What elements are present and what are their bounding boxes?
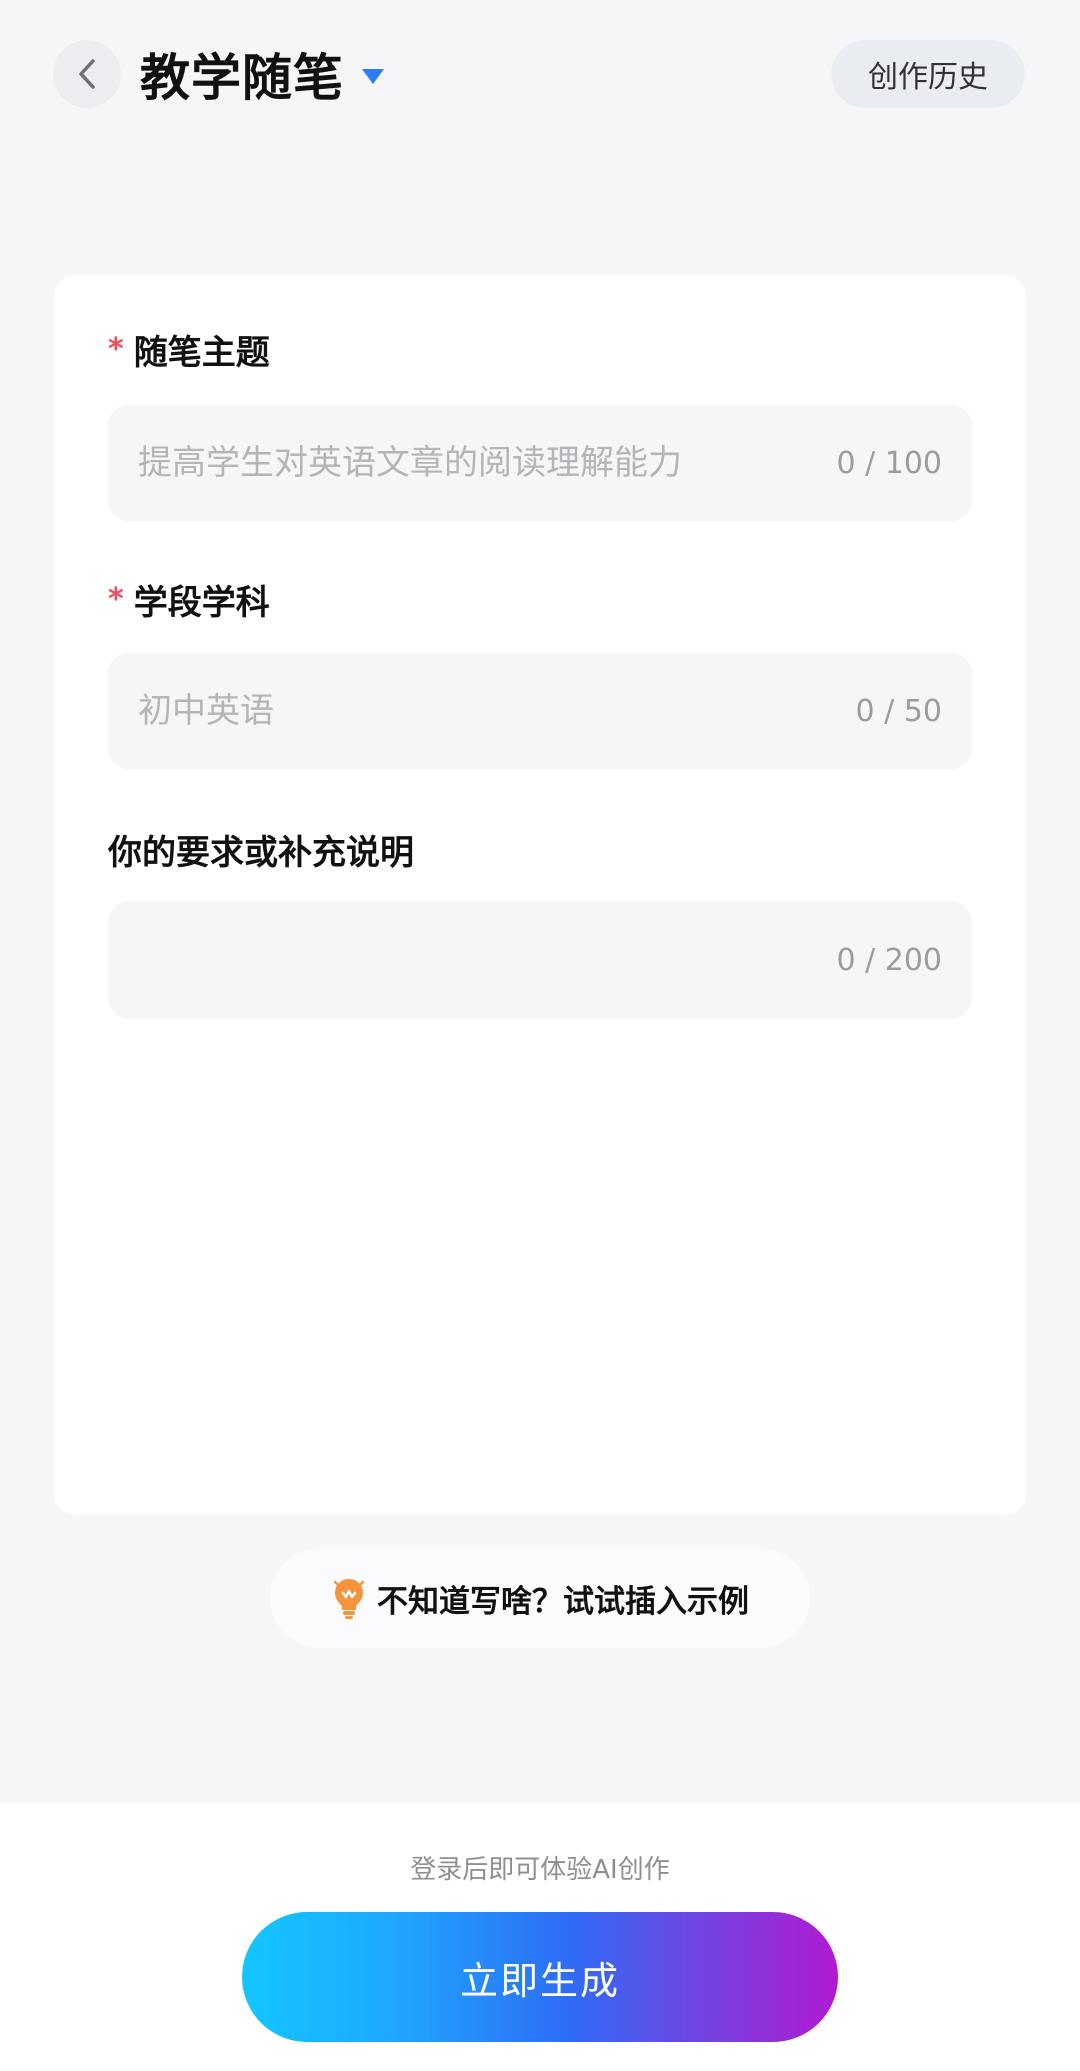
topic-label: * 随笔主题 bbox=[108, 325, 270, 374]
header: 教学随笔 创作历史 bbox=[0, 0, 1080, 150]
grade-subject-input[interactable] bbox=[138, 653, 798, 769]
hint-text: 不知道写啥？试试插入示例 bbox=[377, 1583, 749, 1620]
grade-subject-label: * 学段学科 bbox=[108, 575, 270, 624]
caret-down-icon bbox=[362, 68, 384, 84]
page-title: 教学随笔 bbox=[140, 49, 344, 107]
required-mark: * bbox=[108, 582, 124, 617]
bottom-bar: 登录后即可体验AI创作 立即生成 bbox=[0, 1802, 1080, 2071]
title-dropdown[interactable]: 教学随笔 bbox=[140, 36, 384, 112]
topic-counter: 0 / 100 bbox=[836, 445, 942, 481]
chevron-left-icon bbox=[79, 59, 95, 89]
requirements-input[interactable] bbox=[138, 902, 798, 1018]
grade-subject-counter: 0 / 50 bbox=[855, 693, 942, 729]
back-button[interactable] bbox=[53, 40, 121, 108]
login-tip: 登录后即可体验AI创作 bbox=[410, 1855, 670, 1885]
topic-field[interactable]: 0 / 100 bbox=[108, 405, 972, 521]
grade-subject-field[interactable]: 0 / 50 bbox=[108, 653, 972, 769]
requirements-field[interactable]: 0 / 200 bbox=[108, 902, 972, 1018]
required-mark: * bbox=[108, 332, 124, 367]
requirements-label: 你的要求或补充说明 bbox=[108, 825, 414, 874]
form-card: * 随笔主题 0 / 100 * 学段学科 0 / 50 你的要求或补充说明 0… bbox=[54, 275, 1026, 1515]
lightbulb-icon bbox=[333, 1579, 365, 1619]
generate-button[interactable]: 立即生成 bbox=[242, 1912, 838, 2042]
insert-example-button[interactable]: 不知道写啥？试试插入示例 bbox=[270, 1548, 810, 1648]
requirements-counter: 0 / 200 bbox=[836, 942, 942, 978]
topic-label-text: 随笔主题 bbox=[133, 333, 270, 373]
grade-subject-label-text: 学段学科 bbox=[133, 583, 270, 623]
history-button[interactable]: 创作历史 bbox=[831, 40, 1025, 108]
requirements-label-text: 你的要求或补充说明 bbox=[108, 833, 414, 873]
topic-input[interactable] bbox=[138, 405, 798, 521]
